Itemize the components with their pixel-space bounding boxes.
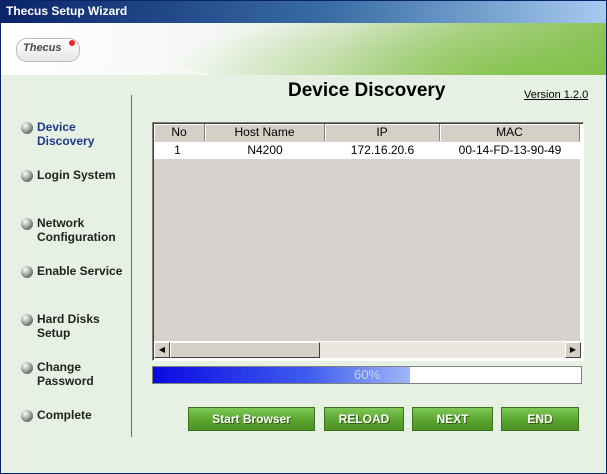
next-button[interactable]: NEXT xyxy=(412,407,493,431)
step-bullet-icon xyxy=(21,170,33,182)
end-button[interactable]: END xyxy=(501,407,579,431)
step-change-password[interactable]: Change Password xyxy=(21,360,132,388)
logo-mark-icon xyxy=(69,40,75,46)
step-bullet-icon xyxy=(21,266,33,278)
step-hard-disks-setup[interactable]: Hard Disks Setup xyxy=(21,312,132,340)
discovery-progress-bar: 60% xyxy=(152,366,582,384)
step-label: Network Configuration xyxy=(37,216,116,244)
logo-text: Thecus xyxy=(23,42,62,54)
column-header-ip[interactable]: IP xyxy=(325,124,440,141)
scrollbar-thumb[interactable] xyxy=(170,342,320,358)
scroll-right-icon[interactable]: ▶ xyxy=(565,342,581,358)
step-label: Complete xyxy=(37,408,92,422)
start-browser-button[interactable]: Start Browser xyxy=(188,407,315,431)
progress-label: 60% xyxy=(353,367,381,382)
step-label: Enable Service xyxy=(37,264,123,278)
step-bullet-icon xyxy=(21,218,33,230)
step-bullet-icon xyxy=(21,410,33,422)
sidebar-divider xyxy=(131,95,132,437)
column-header-host-name[interactable]: Host Name xyxy=(205,124,325,141)
horizontal-scrollbar[interactable]: ◀ ▶ xyxy=(154,342,581,358)
device-list-header: No Host Name IP MAC xyxy=(154,124,580,141)
wizard-steps-sidebar: Device Discovery Login System Network Co… xyxy=(1,75,132,473)
window-title: Thecus Setup Wizard xyxy=(6,4,128,18)
step-complete[interactable]: Complete xyxy=(21,408,132,422)
version-link[interactable]: Version 1.2.0 xyxy=(524,89,588,101)
table-row[interactable]: 1 N4200 172.16.20.6 00-14-FD-13-90-49 xyxy=(154,142,580,159)
step-device-discovery[interactable]: Device Discovery xyxy=(21,120,132,148)
column-header-no[interactable]: No xyxy=(154,124,205,141)
step-enable-service[interactable]: Enable Service xyxy=(21,264,132,278)
cell-host-name: N4200 xyxy=(247,143,283,157)
scroll-left-icon[interactable]: ◀ xyxy=(154,342,170,358)
reload-button[interactable]: RELOAD xyxy=(324,407,404,431)
step-label: Hard Disks Setup xyxy=(37,312,100,340)
device-list-body xyxy=(154,141,580,341)
column-header-mac[interactable]: MAC xyxy=(440,124,580,141)
cell-no: 1 xyxy=(174,143,181,157)
step-label: Device Discovery xyxy=(37,120,95,148)
cell-ip: 172.16.20.6 xyxy=(350,143,415,157)
device-list[interactable]: No Host Name IP MAC 1 N4200 172.16.20.6 … xyxy=(152,122,584,361)
thecus-logo: Thecus xyxy=(16,38,80,62)
step-network-configuration[interactable]: Network Configuration xyxy=(21,216,132,244)
setup-wizard-window: Thecus Setup Wizard Thecus Device Discov… xyxy=(0,0,607,474)
step-label: Login System xyxy=(37,168,116,182)
step-bullet-icon xyxy=(21,122,33,134)
step-bullet-icon xyxy=(21,314,33,326)
step-label: Change Password xyxy=(37,360,94,388)
page-title: Device Discovery xyxy=(288,80,446,101)
step-bullet-icon xyxy=(21,362,33,374)
cell-mac: 00-14-FD-13-90-49 xyxy=(458,143,562,157)
step-login-system[interactable]: Login System xyxy=(21,168,132,182)
banner-swoosh xyxy=(161,23,606,75)
title-bar[interactable]: Thecus Setup Wizard xyxy=(1,1,606,23)
header-banner: Thecus xyxy=(1,23,606,75)
